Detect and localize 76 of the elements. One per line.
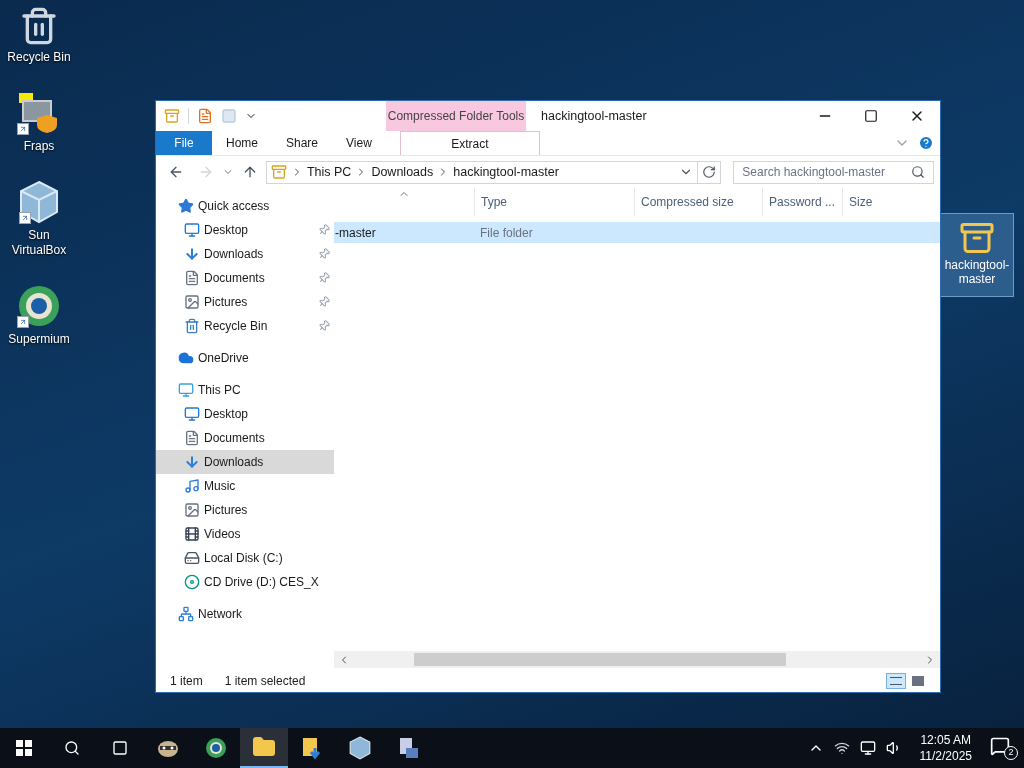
nav-item[interactable]: Network	[156, 602, 334, 626]
column-header[interactable]: Type	[474, 188, 634, 216]
column-header[interactable]: Password ...	[762, 188, 842, 216]
ribbon-tab[interactable]: Share	[272, 131, 333, 155]
refresh-icon[interactable]	[702, 165, 717, 179]
window-title: hackingtool-master	[541, 107, 647, 125]
nav-item[interactable]: Desktop	[156, 218, 334, 242]
desktop-shortcut[interactable]: Sun VirtualBox	[0, 180, 78, 258]
nav-item[interactable]: OneDrive	[156, 346, 334, 370]
network-icon	[178, 606, 194, 622]
back-button[interactable]	[168, 164, 184, 180]
nav-item[interactable]: Pictures	[156, 290, 334, 314]
nav-item[interactable]: Local Disk (C:)	[156, 546, 334, 570]
down-arrow-icon	[184, 454, 200, 470]
address-bar[interactable]: This PC Downloads hackingtool-master	[265, 160, 722, 184]
column-header[interactable]: Compressed size	[634, 188, 762, 216]
cube-icon	[19, 180, 59, 224]
column-header[interactable]: Size	[842, 188, 940, 216]
nav-item[interactable]: Videos	[156, 522, 334, 546]
nav-item[interactable]: Downloads	[156, 450, 334, 474]
cloud-icon	[178, 350, 194, 366]
film-icon	[184, 526, 200, 542]
breadcrumb[interactable]: This PC	[306, 162, 352, 182]
document-icon	[184, 430, 200, 446]
clock[interactable]: 12:05 AM 11/2/2025	[919, 732, 972, 764]
down-arrow-icon	[184, 246, 200, 262]
nav-item[interactable]: Quick access	[156, 194, 334, 218]
task-view-icon[interactable]	[112, 740, 128, 756]
nav-item[interactable]: CD Drive (D:) CES_X	[156, 570, 334, 594]
computer-icon	[178, 382, 194, 398]
ribbon-tab[interactable]: View	[332, 131, 386, 155]
disc-icon	[184, 574, 200, 590]
globe-icon	[17, 284, 61, 328]
monitor-icon	[184, 406, 200, 422]
cube-icon	[349, 736, 371, 760]
folder-arrow-icon	[301, 736, 323, 760]
desktop-shortcut[interactable]: Supermium	[0, 284, 78, 347]
breadcrumb[interactable]: Downloads	[371, 162, 434, 182]
nav-item[interactable]: Desktop	[156, 402, 334, 426]
desktop-folder[interactable]: hackingtool-master	[940, 213, 1014, 297]
notifications-icon[interactable]	[990, 736, 1010, 756]
contextual-tab-group: Compressed Folder Tools	[386, 101, 526, 131]
nav-item[interactable]: Recycle Bin	[156, 314, 334, 338]
picture-icon	[184, 502, 200, 518]
ribbon-tab[interactable]: Extract	[399, 131, 540, 155]
breadcrumb[interactable]: hackingtool-master	[453, 162, 559, 182]
search-field[interactable]: Search hackingtool-master	[733, 160, 934, 184]
help-icon[interactable]	[918, 135, 934, 151]
monitor-icon	[184, 222, 200, 238]
taskbar-app[interactable]	[240, 728, 288, 768]
search-icon	[911, 165, 925, 179]
nav-item[interactable]: Pictures	[156, 498, 334, 522]
picture-icon	[184, 294, 200, 310]
ribbon-tab[interactable]: File	[156, 131, 212, 155]
desktop-shortcut[interactable]: Recycle Bin	[0, 6, 78, 65]
nav-item[interactable]: Downloads	[156, 242, 334, 266]
nav-item[interactable]: Documents	[156, 426, 334, 450]
file-row[interactable]: -master File folder	[334, 222, 940, 243]
status-text: 1 item selected	[224, 673, 306, 690]
search-icon[interactable]	[64, 740, 80, 756]
ribbon-tab[interactable]: Home	[212, 131, 272, 155]
globe-icon	[205, 737, 227, 759]
nav-item[interactable]: Documents	[156, 266, 334, 290]
notification-count: 2	[1004, 746, 1018, 760]
star-icon	[178, 198, 194, 214]
folder-icon	[252, 735, 276, 759]
details-view-button[interactable]	[886, 673, 906, 689]
music-note-icon	[184, 478, 200, 494]
desktop-shortcut[interactable]: Fraps	[0, 91, 78, 154]
document-icon	[184, 270, 200, 286]
trash-icon	[184, 318, 200, 334]
status-text: 1 item	[170, 673, 203, 690]
nav-item[interactable]: Music	[156, 474, 334, 498]
maximize-icon[interactable]	[864, 109, 878, 123]
large-icons-view-button[interactable]	[910, 673, 926, 689]
nav-item[interactable]: This PC	[156, 378, 334, 402]
